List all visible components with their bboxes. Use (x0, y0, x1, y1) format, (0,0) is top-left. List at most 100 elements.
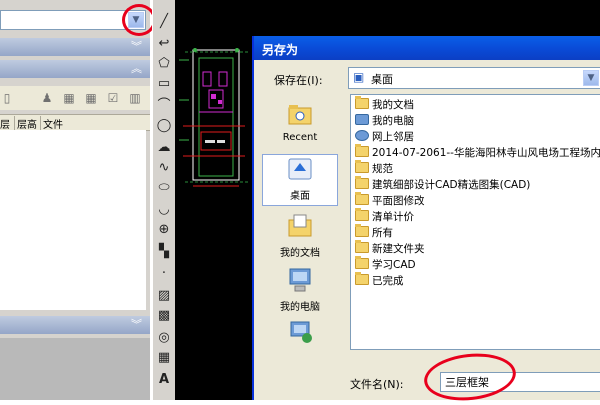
layer-table-body[interactable] (0, 130, 146, 310)
place-recent[interactable]: Recent (262, 100, 338, 152)
folder-icon (355, 176, 369, 189)
list-item[interactable]: 规范 (355, 160, 393, 177)
folder-icon (355, 272, 369, 285)
place-desktop[interactable]: 桌面 (262, 154, 338, 206)
save-in-label: 保存在(I): (274, 74, 323, 87)
insert-block-icon[interactable]: ⊕ (156, 222, 172, 238)
recent-icon (285, 100, 315, 128)
table-icon[interactable]: ▦ (156, 350, 172, 366)
red-annotation-circle (421, 349, 519, 405)
file-name: 学习CAD (372, 259, 416, 271)
computer-icon (285, 266, 315, 294)
person-icon[interactable]: ♟ (40, 91, 54, 105)
column-header: 层高 (14, 116, 37, 131)
list-item[interactable]: 所有 (355, 224, 393, 241)
red-annotation-circle (122, 4, 156, 36)
file-name: 网上邻居 (372, 131, 414, 143)
file-name: 清单计价 (372, 211, 414, 223)
desktop-icon: ▣ (353, 70, 365, 84)
place-my-computer[interactable]: 我的电脑 (262, 266, 338, 318)
file-list[interactable]: 我的文档 我的电脑 网上邻居 2014-07-2061--华能海阳林寺山风电场工… (350, 94, 600, 350)
place-label: 桌面 (290, 191, 310, 202)
filename-label: 文件名(N): (350, 378, 404, 391)
chevron-down-icon[interactable]: ▼ (583, 70, 599, 86)
file-name: 我的文档 (372, 99, 414, 111)
panel-section-bar[interactable]: ︾ (0, 38, 150, 56)
multiline-text-icon[interactable]: A (156, 372, 172, 388)
network-icon (285, 318, 315, 346)
list-item[interactable]: 2014-07-2061--华能海阳林寺山风电场工程场内 (355, 144, 600, 161)
double-chevron-icon[interactable]: ︾ (131, 317, 142, 333)
dialog-title-bar[interactable]: 另存为 (254, 36, 600, 60)
layer-table-header: 层 层高 文件 (0, 114, 150, 131)
save-in-dropdown[interactable]: ▣ 桌面 ▼ (348, 67, 600, 89)
list-item[interactable]: 建筑细部设计CAD精选图集(CAD) (355, 176, 531, 193)
file-name: 2014-07-2061--华能海阳林寺山风电场工程场内 (372, 147, 600, 159)
file-name: 建筑细部设计CAD精选图集(CAD) (372, 179, 531, 191)
column-header: 文件 (40, 116, 63, 131)
region-icon[interactable]: ◎ (156, 330, 172, 346)
computer-icon (355, 114, 369, 125)
folder-icon (355, 160, 369, 173)
list-item[interactable]: 新建文件夹 (355, 240, 425, 257)
spline-icon[interactable]: ∿ (156, 160, 172, 176)
panel-empty-area (0, 338, 150, 400)
folder-icon (355, 208, 369, 221)
list-item[interactable]: 清单计价 (355, 208, 414, 225)
ellipse-icon[interactable]: ⬭ (156, 180, 172, 196)
place-label: Recent (282, 132, 318, 143)
documents-icon (285, 212, 315, 240)
panel-section-bar[interactable]: ︽ (0, 60, 150, 78)
circle-icon[interactable]: ◯ (156, 118, 172, 134)
layer-panel: ▼ ︾ ︽ ▯ ♟ ▦ ▦ ☑ ▥ 层 层高 文件 ︾ (0, 0, 156, 400)
gradient-icon[interactable]: ▩ (156, 308, 172, 324)
place-network[interactable] (262, 318, 338, 370)
file-name: 平面图修改 (372, 195, 425, 207)
documents-icon (355, 96, 369, 109)
double-chevron-icon[interactable]: ︾ (131, 39, 142, 55)
place-label: 我的电脑 (280, 302, 320, 313)
line-icon[interactable]: ╱ (156, 14, 172, 30)
draw-toolbar: ╱ ↩ ⬠ ▭ ⌒ ◯ ☁ ∿ ⬭ ◡ ⊕ ▚ · ▨ ▩ ◎ ▦ A (152, 0, 176, 400)
point-icon[interactable]: · (156, 266, 172, 282)
list-item[interactable]: 平面图修改 (355, 192, 425, 209)
file-name: 规范 (372, 163, 393, 175)
place-my-documents[interactable]: 我的文档 (262, 212, 338, 264)
polygon-icon[interactable]: ⬠ (156, 56, 172, 72)
file-name: 我的电脑 (372, 115, 414, 127)
building-icon[interactable]: ▥ (128, 91, 142, 105)
folder-icon (355, 240, 369, 253)
grid-icon[interactable]: ▦ (62, 91, 76, 105)
revision-cloud-icon[interactable]: ☁ (156, 140, 172, 156)
desktop-icon (285, 155, 315, 183)
folder-icon (355, 256, 369, 269)
rectangle-icon[interactable]: ▭ (156, 76, 172, 92)
toolbar-icon[interactable]: ▯ (0, 91, 14, 105)
hatch-icon[interactable]: ▨ (156, 288, 172, 304)
layer-toolbar: ▯ ♟ ▦ ▦ ☑ ▥ (0, 86, 150, 110)
list-item[interactable]: 我的电脑 (355, 113, 414, 129)
list-item[interactable]: 我的文档 (355, 96, 414, 113)
save-as-dialog: 另存为 保存在(I): ▣ 桌面 ▼ Recent 桌面 我的文档 我的电脑 我… (252, 36, 600, 405)
column-header: 层 (0, 120, 10, 131)
folder-icon (355, 224, 369, 237)
save-in-value: 桌面 (371, 73, 393, 86)
arc-icon[interactable]: ⌒ (156, 98, 172, 114)
file-name: 所有 (372, 227, 393, 239)
list-item[interactable]: 网上邻居 (355, 129, 414, 145)
place-label: 我的文档 (280, 248, 320, 259)
dialog-title: 另存为 (262, 43, 299, 57)
file-name: 已完成 (372, 275, 404, 287)
folder-icon (355, 144, 369, 157)
ellipse-arc-icon[interactable]: ◡ (156, 202, 172, 218)
panel-section-bar[interactable]: ︾ (0, 316, 150, 334)
double-chevron-up-icon[interactable]: ︽ (131, 61, 142, 77)
network-icon (355, 130, 369, 141)
grid-icon[interactable]: ▦ (84, 91, 98, 105)
construction-line-icon[interactable]: ↩ (156, 36, 172, 52)
check-grid-icon[interactable]: ☑ (106, 91, 120, 105)
make-block-icon[interactable]: ▚ (156, 244, 172, 260)
list-item[interactable]: 学习CAD (355, 256, 416, 273)
folder-icon (355, 192, 369, 205)
list-item[interactable]: 已完成 (355, 272, 404, 289)
